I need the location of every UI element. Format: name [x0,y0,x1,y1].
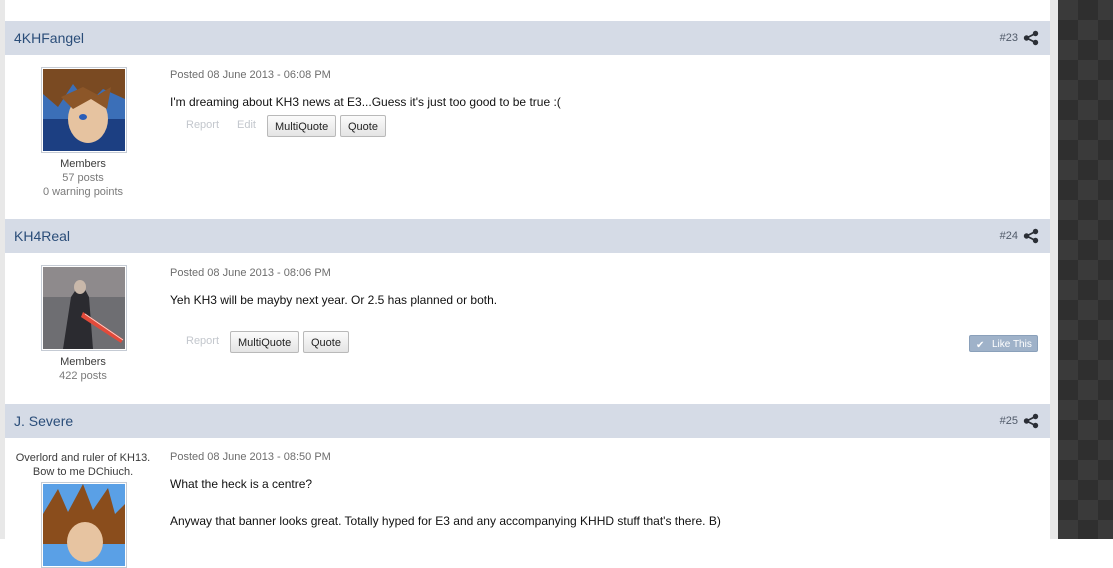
avatar[interactable] [41,67,127,153]
user-title-line: Overlord and ruler of KH13. [15,452,151,464]
post-header-23: 4KHFangel #23 [5,21,1050,55]
report-link[interactable]: Report [186,335,219,347]
post-body: Yeh KH3 will be mayby next year. Or 2.5 … [170,293,498,307]
member-group: Members [60,356,106,368]
share-icon[interactable] [1023,30,1039,46]
report-link[interactable]: Report [186,119,219,131]
avatar-image [43,484,125,566]
post-author-link[interactable]: J. Severe [14,413,73,429]
check-icon: ✔ [976,340,985,351]
avatar[interactable] [41,265,127,351]
post-count: 57 posts [62,172,104,184]
post-count: 422 posts [59,370,107,382]
multiquote-button[interactable]: MultiQuote [230,331,300,353]
post-body: I'm dreaming about KH3 news at E3...Gues… [170,95,561,109]
post-number-link[interactable]: #25 [1000,415,1018,427]
post-date: Posted 08 June 2013 - 08:50 PM [170,451,331,463]
post-author-link[interactable]: KH4Real [14,228,70,244]
warning-points: 0 warning points [42,186,124,198]
quote-button[interactable]: Quote [303,331,349,353]
share-icon[interactable] [1023,413,1039,429]
like-this-label: Like This [992,339,1032,350]
quote-button[interactable]: Quote [340,115,386,137]
avatar-image [43,267,125,349]
post-header-24: KH4Real #24 [5,219,1050,253]
post-date: Posted 08 June 2013 - 06:08 PM [170,69,331,81]
post-number-link[interactable]: #24 [1000,230,1018,242]
edit-link[interactable]: Edit [237,119,256,131]
like-this-button[interactable]: ✔ Like This [969,335,1038,352]
member-group: Members [60,158,106,170]
multiquote-button[interactable]: MultiQuote [267,115,337,137]
user-title: Overlord and ruler of KH13. Bow to me DC… [3,451,163,479]
share-icon[interactable] [1023,228,1039,244]
page-gutter [1050,0,1058,539]
avatar[interactable] [41,482,127,568]
post-author-link[interactable]: 4KHFangel [14,30,84,46]
user-info: Members 422 posts [8,355,158,383]
post-date: Posted 08 June 2013 - 08:06 PM [170,267,331,279]
post-body-paragraph: What the heck is a centre? [170,477,313,491]
post-header-25: J. Severe #25 [5,404,1050,438]
avatar-image [43,69,125,151]
post-body-paragraph: Anyway that banner looks great. Totally … [170,514,721,528]
page-background [1058,0,1113,539]
post-number-link[interactable]: #23 [1000,32,1018,44]
user-title-line: Bow to me DChiuch. [32,466,134,478]
topic-content: 4KHFangel #23 Members 57 posts 0 warning… [3,0,1050,568]
user-info: Members 57 posts 0 warning points [8,157,158,199]
